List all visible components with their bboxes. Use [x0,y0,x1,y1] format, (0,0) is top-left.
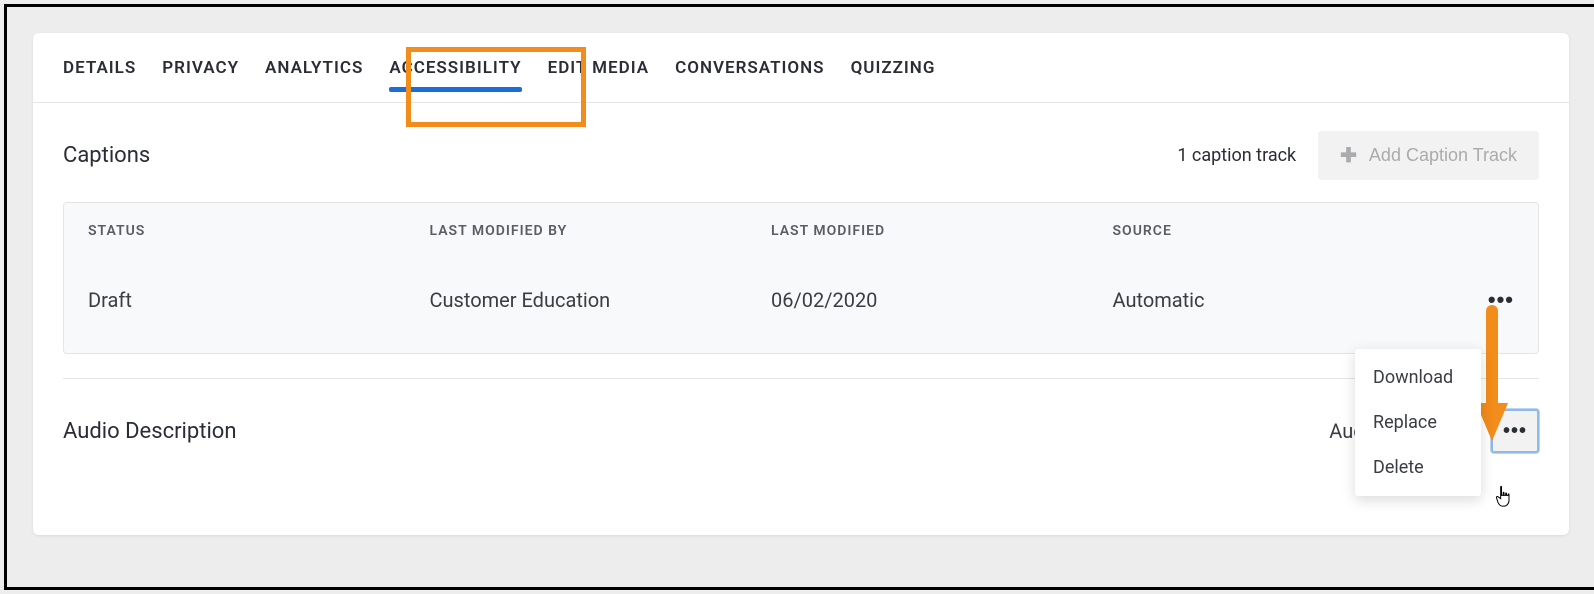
captions-table-header: STATUS LAST MODIFIED BY LAST MODIFIED SO… [64,203,1538,259]
captions-table: STATUS LAST MODIFIED BY LAST MODIFIED SO… [63,202,1539,354]
tab-details[interactable]: DETAILS [63,54,136,82]
cell-status: Draft [88,288,430,312]
col-source: SOURCE [1113,223,1455,239]
caption-row-more-button[interactable]: ••• [1488,287,1514,313]
ellipsis-icon: ••• [1488,287,1514,312]
caption-track-count: 1 caption track [1177,145,1296,166]
col-status: STATUS [88,223,430,239]
app-frame: DETAILS PRIVACY ANALYTICS ACCESSIBILITY … [4,4,1594,590]
cell-source: Automatic [1113,288,1455,312]
col-modified-by: LAST MODIFIED BY [430,223,772,239]
audio-description-title: Audio Description [63,419,237,444]
menu-replace[interactable]: Replace [1355,400,1481,445]
tab-bar: DETAILS PRIVACY ANALYTICS ACCESSIBILITY … [33,33,1569,103]
cell-modified-by: Customer Education [430,288,772,312]
audio-more-button[interactable]: ••• [1491,409,1539,453]
col-modified: LAST MODIFIED [771,223,1113,239]
audio-right: AudioDescriptio Download Replace Delete … [1329,409,1539,453]
captions-header-right: 1 caption track ✚ Add Caption Track [1177,131,1539,180]
menu-delete[interactable]: Delete [1355,445,1481,490]
cell-modified: 06/02/2020 [771,288,1113,312]
tab-edit-media[interactable]: EDIT MEDIA [548,54,650,82]
captions-header: Captions 1 caption track ✚ Add Caption T… [63,131,1539,180]
add-caption-label: Add Caption Track [1369,145,1517,166]
audio-description-section: Audio Description AudioDescriptio Downlo… [33,379,1569,453]
main-panel: DETAILS PRIVACY ANALYTICS ACCESSIBILITY … [33,33,1569,535]
tab-accessibility[interactable]: ACCESSIBILITY [389,54,521,82]
captions-section: Captions 1 caption track ✚ Add Caption T… [33,103,1569,379]
tab-analytics[interactable]: ANALYTICS [265,54,363,82]
menu-download[interactable]: Download [1355,355,1481,400]
captions-title: Captions [63,143,150,168]
add-caption-track-button[interactable]: ✚ Add Caption Track [1318,131,1539,180]
audio-more-menu: Download Replace Delete [1355,349,1481,496]
tab-conversations[interactable]: CONVERSATIONS [675,54,824,82]
plus-icon: ✚ [1340,143,1357,168]
audio-more-wrap: Download Replace Delete ••• [1491,409,1539,453]
ellipsis-icon: ••• [1503,420,1527,443]
tab-quizzing[interactable]: QUIZZING [851,54,936,82]
table-row: Draft Customer Education 06/02/2020 Auto… [64,259,1538,353]
tab-privacy[interactable]: PRIVACY [162,54,239,82]
